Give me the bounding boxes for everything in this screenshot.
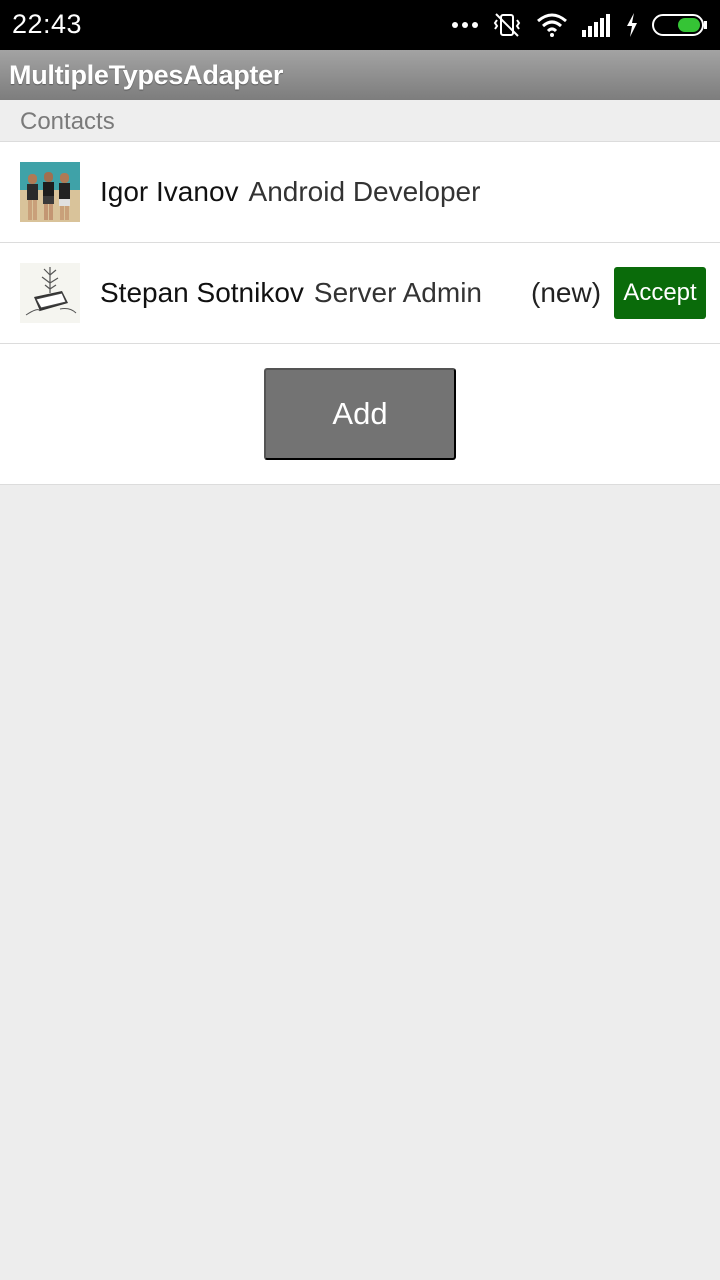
contact-role: Server Admin <box>313 277 482 308</box>
accept-button[interactable]: Accept <box>614 267 706 319</box>
more-dots-icon <box>452 22 478 28</box>
vibrate-off-icon <box>493 13 521 37</box>
status-bar: 22:43 <box>0 0 720 50</box>
contact-text: Stepan Sotnikov Server Admin <box>100 277 482 309</box>
add-footer: Add <box>0 344 720 485</box>
avatar <box>20 162 80 222</box>
contact-role: Android Developer <box>248 176 481 207</box>
contact-name: Stepan Sotnikov <box>100 277 304 308</box>
add-button[interactable]: Add <box>264 368 456 460</box>
signal-icon <box>582 14 610 37</box>
contact-text: Igor Ivanov Android Developer <box>100 176 480 208</box>
charging-icon <box>627 13 637 37</box>
contact-name: Igor Ivanov <box>100 176 239 207</box>
wifi-icon <box>537 13 567 37</box>
app-title: MultipleTypesAdapter <box>9 60 284 90</box>
status-icons <box>452 10 708 40</box>
new-badge: (new) <box>531 277 602 308</box>
battery-icon <box>652 14 707 36</box>
contact-row-stepan-sotnikov[interactable]: Stepan Sotnikov Server Admin (new) Accept <box>0 243 720 344</box>
section-title: Contacts <box>20 108 115 135</box>
app-bar: MultipleTypesAdapter <box>0 50 720 100</box>
contact-row-igor-ivanov[interactable]: Igor Ivanov Android Developer <box>0 142 720 243</box>
avatar <box>20 263 80 323</box>
section-header: Contacts <box>0 100 720 142</box>
status-time: 22:43 <box>12 9 83 39</box>
